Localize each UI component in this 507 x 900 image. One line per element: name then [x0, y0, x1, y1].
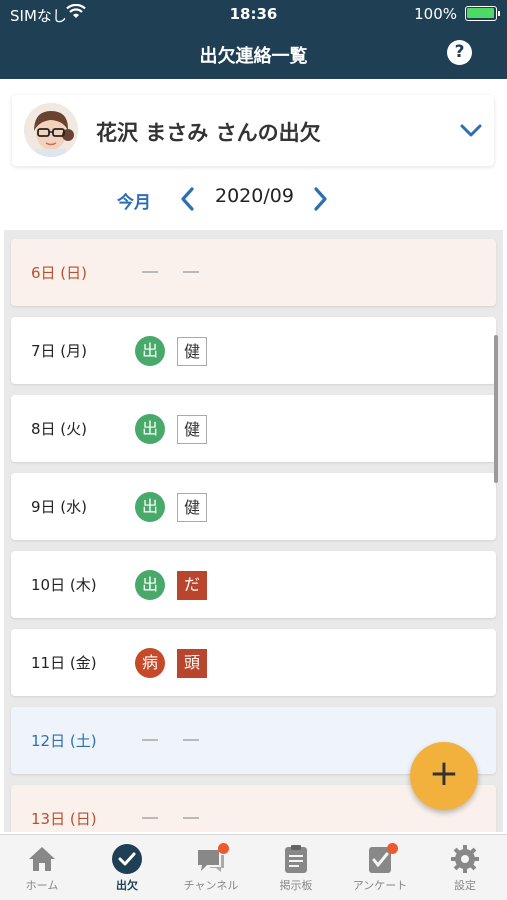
chevron-right-icon[interactable] [310, 186, 330, 216]
student-selector[interactable]: 花沢 まさみ さんの出欠 [12, 95, 494, 166]
chat-icon [195, 843, 229, 875]
day-row-10[interactable]: 10日 (木) 出 だ [11, 551, 496, 618]
tab-label: 出欠 [116, 879, 138, 892]
empty-status [142, 739, 158, 741]
status-badge: 出 [135, 570, 165, 600]
status-badge: 出 [135, 414, 165, 444]
day-row-8[interactable]: 8日 (火) 出 健 [11, 395, 496, 462]
notification-dot [218, 843, 229, 854]
day-date: 12日 (土) [31, 732, 97, 750]
tab-survey[interactable]: アンケート [338, 843, 422, 899]
tab-label: チャンネル [183, 879, 239, 892]
this-month-button[interactable]: 今月 [117, 188, 151, 213]
tab-label: ホーム [25, 879, 59, 892]
add-button[interactable]: + [410, 742, 478, 810]
reason-badge: だ [177, 571, 207, 600]
chevron-down-icon[interactable] [458, 117, 484, 147]
day-row-11[interactable]: 11日 (金) 病 頭 [11, 629, 496, 696]
current-month: 2020/09 [215, 185, 294, 207]
empty-reason [183, 817, 199, 819]
tab-channel[interactable]: チャンネル [169, 843, 253, 899]
day-date: 11日 (金) [31, 654, 97, 672]
gear-icon [449, 843, 481, 875]
notification-dot [387, 843, 398, 854]
empty-status [142, 817, 158, 819]
tab-label: 掲示板 [279, 879, 313, 892]
reason-badge: 健 [177, 415, 207, 444]
reason-badge: 健 [177, 337, 207, 366]
reason-badge: 健 [177, 493, 207, 522]
empty-reason [183, 271, 199, 273]
avatar [24, 103, 78, 157]
check-circle-icon [111, 843, 143, 875]
day-row-6[interactable]: 6日 (日) [11, 239, 496, 306]
tab-bulletin[interactable]: 掲示板 [254, 843, 338, 899]
tab-label: 設定 [454, 879, 476, 892]
chevron-left-icon[interactable] [178, 186, 198, 216]
survey-icon [364, 843, 398, 875]
help-button[interactable]: ? [447, 40, 472, 65]
status-badge: 出 [135, 492, 165, 522]
battery-icon [465, 6, 500, 21]
day-row-9[interactable]: 9日 (水) 出 健 [11, 473, 496, 540]
home-icon [26, 843, 58, 875]
day-row-7[interactable]: 7日 (月) 出 健 [11, 317, 496, 384]
day-date: 8日 (火) [31, 420, 88, 438]
status-bar: SIMなし 18:36 100% [0, 0, 507, 28]
tab-home[interactable]: ホーム [0, 843, 84, 899]
day-date: 7日 (月) [31, 342, 88, 360]
top-bar: SIMなし 18:36 100% 出欠連絡一覧 ? [0, 0, 507, 79]
status-badge: 病 [135, 648, 165, 678]
day-date: 10日 (木) [31, 576, 97, 594]
page-title: 出欠連絡一覧 [199, 46, 308, 67]
tab-bar: ホーム 出欠 チャンネル 掲示板 アンケート 設定 [0, 834, 507, 900]
day-date: 13日 (日) [31, 810, 97, 828]
day-date: 6日 (日) [31, 264, 88, 282]
tab-label: アンケート [352, 879, 408, 892]
day-date: 9日 (水) [31, 498, 88, 516]
tab-attendance[interactable]: 出欠 [85, 843, 169, 899]
clipboard-icon [280, 843, 312, 875]
attendance-list[interactable]: 6日 (日) 7日 (月) 出 健 8日 (火) 出 健 9日 (水) 出 健 … [4, 230, 503, 832]
tab-settings[interactable]: 設定 [423, 843, 507, 899]
reason-badge: 頭 [177, 649, 207, 678]
status-badge: 出 [135, 336, 165, 366]
scrollbar[interactable] [494, 335, 498, 483]
month-navigation: 今月 2020/09 [0, 180, 507, 216]
battery-percent: 100% [414, 5, 457, 23]
empty-status [142, 271, 158, 273]
student-name: 花沢 まさみ さんの出欠 [96, 121, 321, 145]
empty-reason [183, 739, 199, 741]
